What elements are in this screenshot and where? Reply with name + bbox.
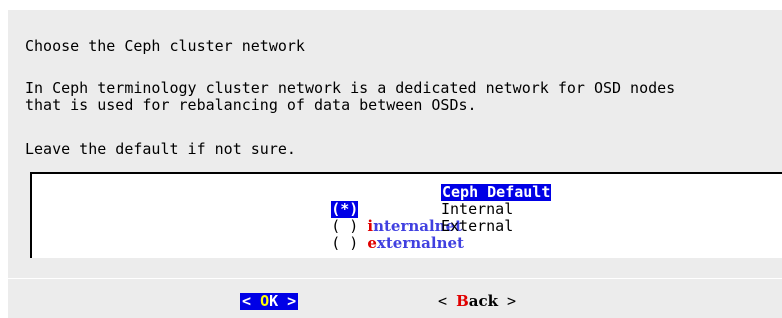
dialog-hint: Leave the default if not sure. xyxy=(25,140,296,158)
network-radio-list: (*) Ceph Default ( ) internalnet Internal … xyxy=(30,172,782,258)
radio-option-internalnet[interactable]: ( ) internalnet Internal xyxy=(259,201,513,235)
radio-option-label: External xyxy=(441,217,514,235)
radio-option-externalnet[interactable]: ( ) externalnet External xyxy=(259,218,513,252)
radio-option-label: Internal xyxy=(441,200,514,218)
back-button-left-bracket: < xyxy=(438,292,457,310)
dialog-description-line-2: that is used for rebalancing of data bet… xyxy=(25,96,477,114)
radio-option-ceph-default[interactable]: (*) Ceph Default xyxy=(259,184,552,218)
button-bar-divider xyxy=(8,278,782,279)
back-button-hotkey: B xyxy=(456,292,469,310)
ceph-network-dialog: Choose the Ceph cluster network In Ceph … xyxy=(8,10,782,318)
ok-button-right-bracket: > xyxy=(278,292,297,310)
back-button-label-rest: ack xyxy=(468,292,498,310)
ok-button[interactable]: < OK > xyxy=(240,292,299,310)
ok-button-label-rest: K xyxy=(269,292,279,310)
radio-option-tag: externalnet xyxy=(367,234,464,252)
radio-option-label[interactable]: Ceph Default xyxy=(441,184,552,201)
radio-option-tag-hotkey: e xyxy=(367,234,377,252)
dialog-description-line-1: In Ceph terminology cluster network is a… xyxy=(25,79,676,97)
terminal-screen: Choose the Ceph cluster network In Ceph … xyxy=(0,0,782,318)
back-button[interactable]: < Back > xyxy=(438,293,516,310)
dialog-heading: Choose the Ceph cluster network xyxy=(25,37,305,55)
back-button-label: Back xyxy=(456,292,498,310)
radio-option-tag-rest: xternalnet xyxy=(376,234,464,252)
ok-button-hotkey: O xyxy=(260,292,270,310)
ok-button-left-bracket: < xyxy=(242,292,261,310)
back-button-right-bracket: > xyxy=(498,292,517,310)
radio-marker[interactable]: ( ) xyxy=(331,234,358,252)
